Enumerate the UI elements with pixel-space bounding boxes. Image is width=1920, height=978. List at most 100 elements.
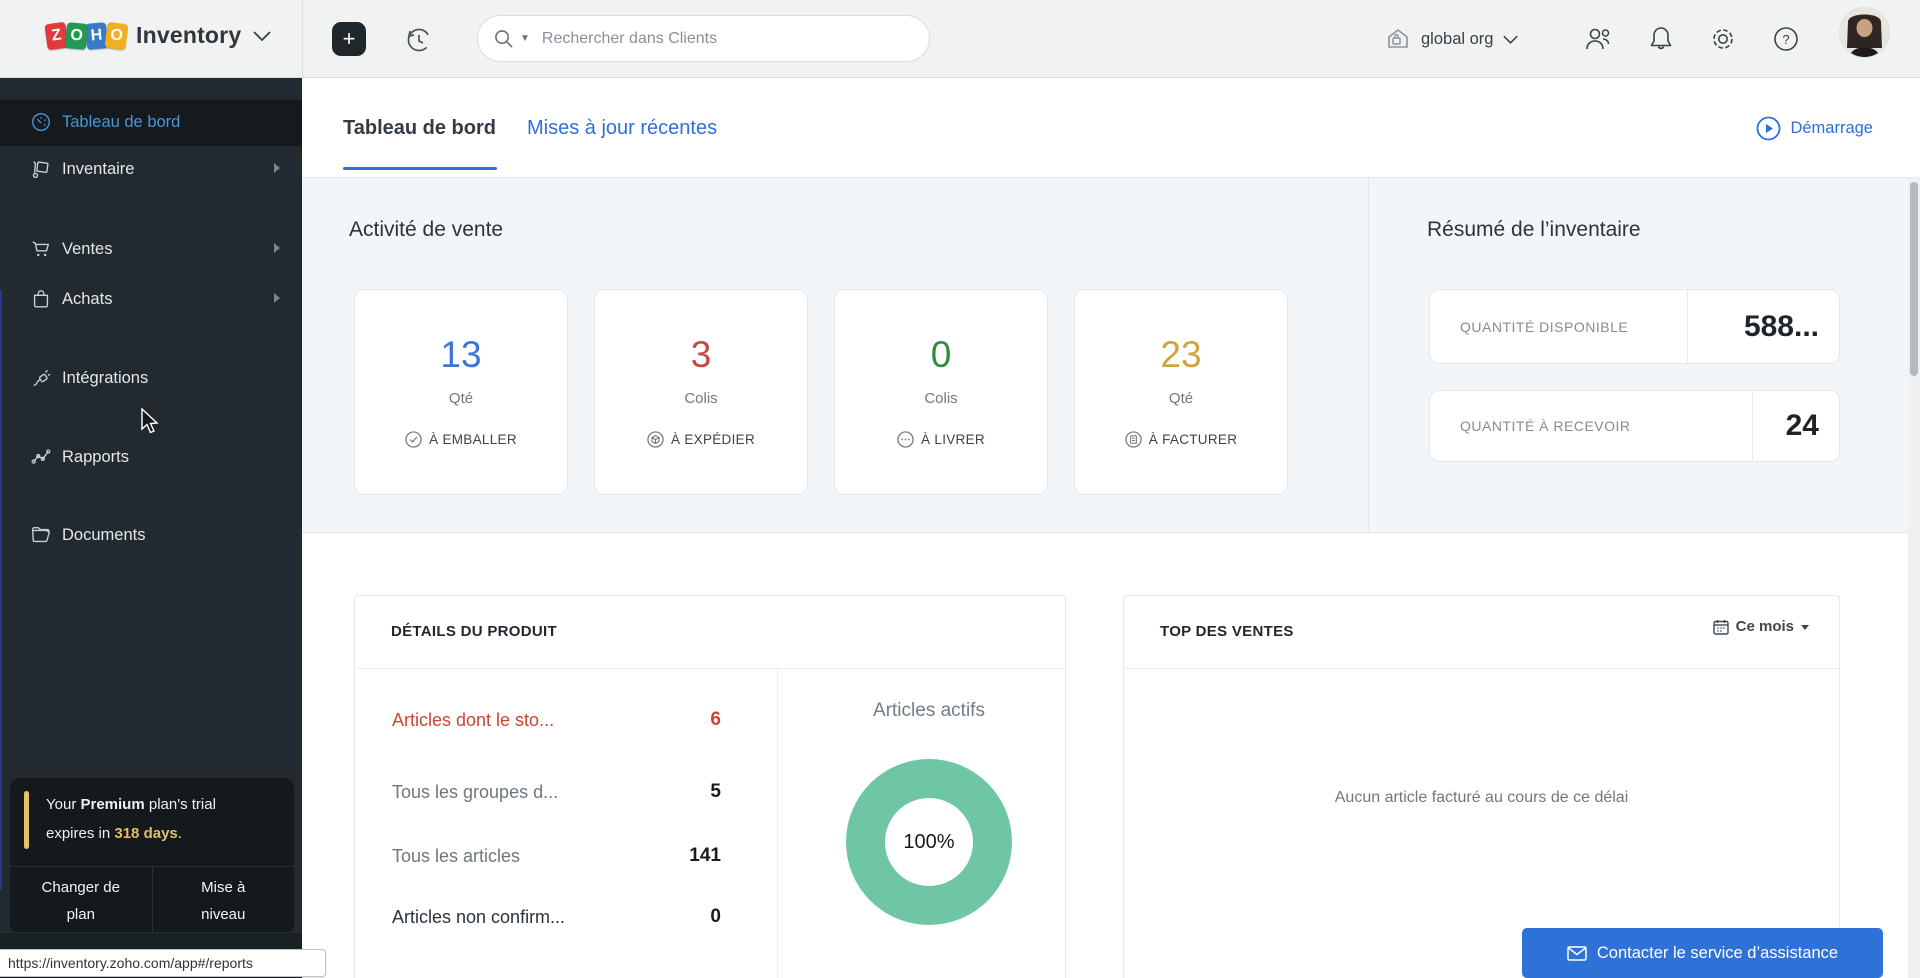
activity-card-to-deliver[interactable]: 0 Colis À LIVRER xyxy=(834,289,1048,495)
all-item-groups-link[interactable]: Tous les groupes d... xyxy=(392,779,558,805)
chevron-down-icon xyxy=(1503,35,1519,44)
tab-recent-updates[interactable]: Mises à jour récentes xyxy=(527,78,717,178)
cart-icon xyxy=(30,238,52,260)
sidebar-item-integrations[interactable]: Intégrations xyxy=(0,356,302,400)
quick-create-button[interactable]: + xyxy=(332,22,366,56)
trial-text-part: plan's trial xyxy=(144,796,216,813)
all-items-link[interactable]: Tous les articles xyxy=(392,843,520,869)
zoho-logo-tiles: Z O H O xyxy=(44,21,129,50)
inventory-icon xyxy=(30,158,52,180)
sidebar-item-reports[interactable]: Rapports xyxy=(0,435,302,479)
chevron-down-icon[interactable] xyxy=(253,30,271,41)
to-ship-unit: Colis xyxy=(684,390,718,407)
zoho-inventory-logo[interactable]: Z O H O Inventory xyxy=(44,21,271,50)
to-pack-unit: Qté xyxy=(448,390,474,407)
trial-plan-name: Premium xyxy=(80,796,145,813)
quantity-in-hand-row[interactable]: QUANTITÉ DISPONIBLE 588... xyxy=(1429,289,1840,364)
notifications-button[interactable] xyxy=(1641,0,1681,78)
trial-text: Your Premium plan's trial expires in 318 … xyxy=(46,790,216,848)
reports-icon xyxy=(30,446,52,468)
chevron-right-icon xyxy=(274,293,280,303)
change-plan-button[interactable]: Changer de plan xyxy=(10,867,153,935)
activity-card-to-pack[interactable]: 13 Qté À EMBALLER xyxy=(354,289,568,495)
settings-button[interactable] xyxy=(1703,0,1743,78)
trial-text-part: Your xyxy=(46,796,81,813)
all-item-groups-value: 5 xyxy=(710,781,721,802)
dashboard-icon xyxy=(30,111,52,133)
help-icon: ? xyxy=(1774,27,1798,51)
top-bar: Z O H O Inventory + ▼ global org xyxy=(0,0,1920,78)
time-range-dropdown[interactable]: Ce mois xyxy=(1712,618,1809,635)
search-scope-dropdown-icon[interactable]: ▼ xyxy=(520,33,530,44)
sidebar-item-inventory[interactable]: Inventaire xyxy=(0,147,302,191)
overview-section: Activité de vente 13 Qté À EMBALLER 3 Co… xyxy=(302,178,1920,533)
search-input[interactable] xyxy=(541,29,872,48)
active-items-donut-chart[interactable]: 100% xyxy=(846,759,1012,925)
topbar-divider xyxy=(302,0,303,78)
folder-icon xyxy=(30,524,52,546)
to-pack-value: 13 xyxy=(440,334,482,375)
bell-icon xyxy=(1650,27,1672,50)
trial-days-remaining: 318 days xyxy=(114,825,178,842)
trial-accent-bar xyxy=(24,791,29,849)
inventory-summary-title: Résumé de l’inventaire xyxy=(1427,218,1641,241)
trial-text-part: . xyxy=(177,825,182,842)
unconfirmed-items-link[interactable]: Articles non confirm... xyxy=(392,904,565,930)
quantity-in-hand-label: QUANTITÉ DISPONIBLE xyxy=(1460,318,1629,335)
quantity-to-receive-label: QUANTITÉ À RECEVOIR xyxy=(1460,418,1631,434)
sidebar-item-documents[interactable]: Documents xyxy=(0,513,302,557)
donut-center-value: 100% xyxy=(885,798,973,886)
quantity-to-receive-row[interactable]: QUANTITÉ À RECEVOIR 24 xyxy=(1429,390,1840,462)
chevron-right-icon xyxy=(274,163,280,173)
history-icon xyxy=(407,28,431,52)
activity-card-to-invoice[interactable]: 23 Qté À FACTURER xyxy=(1074,289,1288,495)
scrollbar-track[interactable] xyxy=(1908,178,1920,978)
trial-banner: Your Premium plan's trial expires in 318 … xyxy=(10,778,294,935)
dots-circle-icon xyxy=(897,431,914,448)
invite-users-button[interactable] xyxy=(1578,0,1618,78)
scrollbar-thumb[interactable] xyxy=(1910,182,1918,376)
upgrade-button[interactable]: Mise à niveau xyxy=(153,867,295,935)
calendar-icon xyxy=(1712,619,1729,635)
chevron-down-icon xyxy=(1801,625,1809,630)
to-deliver-label: À LIVRER xyxy=(921,432,985,447)
getting-started-link[interactable]: Démarrage xyxy=(1756,78,1873,178)
envelope-icon xyxy=(1567,945,1587,961)
active-tab-underline xyxy=(343,167,497,170)
sidebar-item-sales[interactable]: Ventes xyxy=(0,227,302,271)
help-button[interactable]: ? xyxy=(1766,0,1806,78)
gear-icon xyxy=(1713,29,1733,49)
quantity-to-receive-value: 24 xyxy=(1752,391,1839,461)
invoice-circle-icon xyxy=(1125,431,1142,448)
sidebar-item-dashboard[interactable]: Tableau de bord xyxy=(0,100,302,146)
contact-support-button[interactable]: Contacter le service d’assistance xyxy=(1522,928,1883,978)
contact-support-label: Contacter le service d’assistance xyxy=(1596,943,1839,962)
dashboard-tabs-bar: Tableau de bord Mises à jour récentes Dé… xyxy=(302,78,1920,178)
user-avatar[interactable] xyxy=(1840,8,1889,57)
card-divider xyxy=(355,668,1065,669)
top-selling-items-card: TOP DES VENTES Ce mois Aucun article fac… xyxy=(1123,595,1840,978)
activity-card-to-ship[interactable]: 3 Colis À EXPÉDIER xyxy=(594,289,808,495)
product-details-card: DÉTAILS DU PRODUIT Articles dont le sto.… xyxy=(354,595,1066,978)
sidebar-item-purchases[interactable]: Achats xyxy=(0,277,302,321)
status-bar-url: https://inventory.zoho.com/app#/reports xyxy=(0,949,326,977)
to-pack-label: À EMBALLER xyxy=(429,432,517,447)
to-invoice-label: À FACTURER xyxy=(1148,432,1238,447)
global-search-bar[interactable]: ▼ xyxy=(477,15,930,62)
card-inner-divider xyxy=(777,668,778,978)
card-divider xyxy=(1124,668,1839,669)
users-icon xyxy=(1586,28,1610,50)
low-stock-items-link[interactable]: Articles dont le sto... xyxy=(392,707,554,733)
tab-dashboard[interactable]: Tableau de bord xyxy=(343,78,496,178)
package-circle-icon xyxy=(647,431,664,448)
recent-history-button[interactable] xyxy=(401,22,437,58)
getting-started-label: Démarrage xyxy=(1790,118,1873,137)
all-items-value: 141 xyxy=(689,845,721,866)
sidebar: Tableau de bord Inventaire Ventes Achats… xyxy=(0,78,302,978)
logo-letter: O xyxy=(104,21,129,50)
sidebar-item-label: Ventes xyxy=(62,240,113,258)
active-items-chart-title: Articles actifs xyxy=(873,700,985,721)
sidebar-item-label: Documents xyxy=(62,526,146,544)
to-invoice-unit: Qté xyxy=(1168,390,1194,407)
org-selector[interactable]: global org xyxy=(1385,0,1519,78)
